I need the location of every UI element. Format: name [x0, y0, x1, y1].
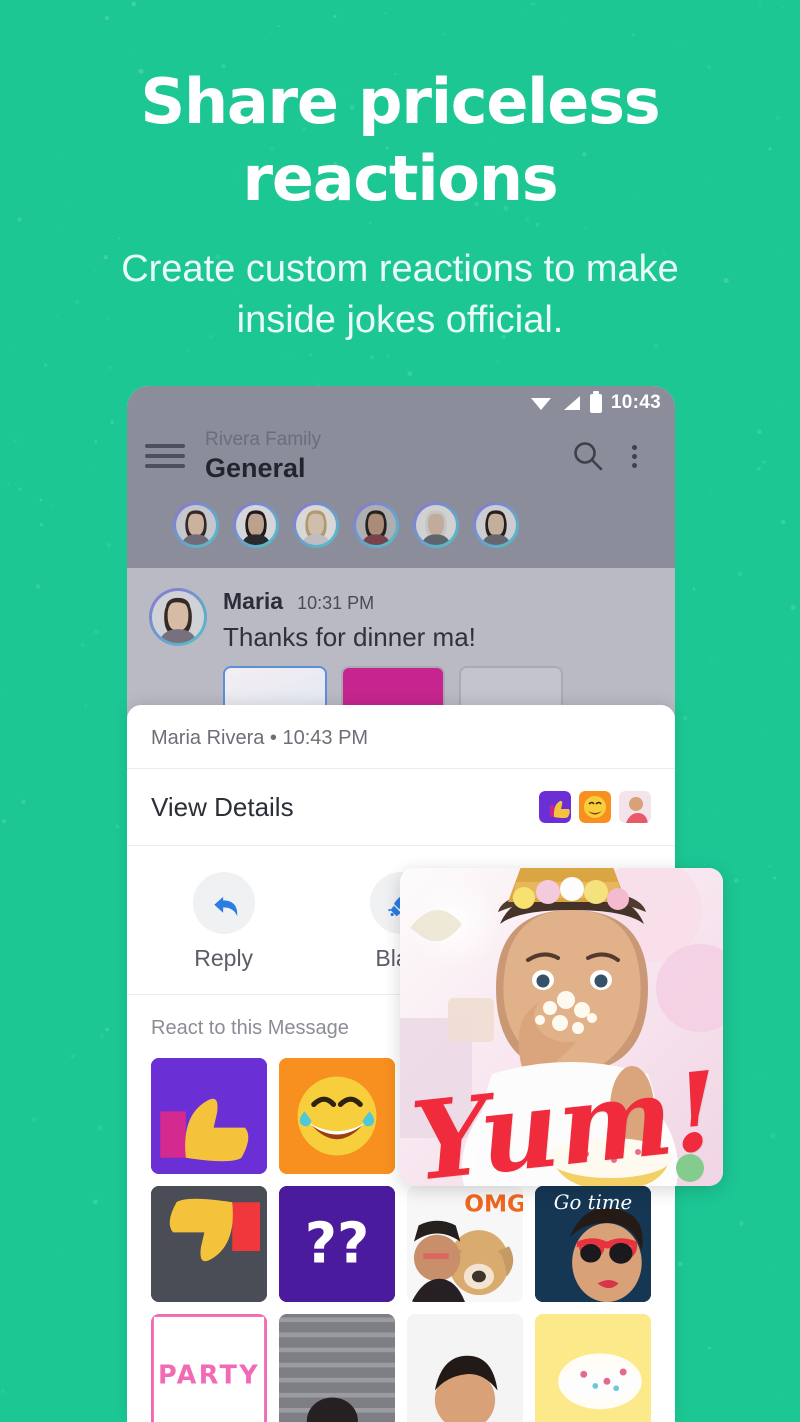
- app-bar-titles: Rivera Family General: [205, 428, 565, 484]
- overflow-menu-button[interactable]: [611, 444, 657, 468]
- view-details-row[interactable]: View Details: [127, 769, 675, 846]
- action-label: Reply: [194, 945, 254, 971]
- room-name: General: [205, 452, 306, 483]
- message-author: Maria: [223, 588, 284, 615]
- avatar[interactable]: [173, 502, 219, 549]
- view-details-label: View Details: [151, 791, 294, 822]
- app-bar: Rivera Family General: [127, 420, 675, 569]
- battery-icon: [589, 390, 602, 413]
- kebab-menu-icon: [631, 444, 637, 468]
- reaction-tile-thumbs-down[interactable]: [151, 1186, 267, 1302]
- hamburger-icon[interactable]: [145, 438, 185, 474]
- message-text: Thanks for dinner ma!: [223, 622, 476, 653]
- laughing-orange: [579, 791, 611, 823]
- chat-message: Maria 10:31 PM Thanks for dinner ma!: [127, 588, 675, 724]
- reaction-tile-person-photo[interactable]: [407, 1314, 523, 1422]
- svg-text:PARTY: PARTY: [158, 1361, 260, 1391]
- avatar[interactable]: [233, 502, 279, 549]
- reaction-tile-striped-photo[interactable]: [279, 1314, 395, 1422]
- yum-caption: Yum!: [406, 1048, 723, 1186]
- search-icon: [574, 442, 603, 471]
- avatar: [149, 588, 207, 647]
- reaction-tile-go-time-photo[interactable]: Go time: [535, 1186, 651, 1302]
- reaction-tile-thumbs-up[interactable]: [151, 1058, 267, 1174]
- avatar[interactable]: [293, 502, 339, 549]
- status-bar: 10:43: [127, 386, 675, 420]
- avatar[interactable]: [353, 502, 399, 549]
- reply-button[interactable]: Reply: [135, 872, 312, 972]
- reaction-tile-yellow-photo[interactable]: [535, 1314, 651, 1422]
- floating-reaction-preview-card[interactable]: Yum!: [400, 868, 723, 1186]
- reaction-tile-omg-dog-photo[interactable]: OMG: [407, 1186, 523, 1302]
- signal-icon: [563, 396, 580, 410]
- svg-text:Go time: Go time: [554, 1191, 632, 1214]
- promo-subtitle: Create custom reactions to make inside j…: [121, 247, 679, 342]
- svg-text:OMG: OMG: [464, 1191, 523, 1218]
- baby-photo: [619, 791, 651, 823]
- status-bar-time: 10:43: [610, 392, 661, 413]
- thumbs-up-purple: [539, 791, 571, 823]
- promo-title: Share priceless reactions: [140, 65, 661, 215]
- team-name: Rivera Family: [205, 429, 322, 450]
- sheet-header: Maria Rivera • 10:43 PM: [127, 705, 675, 769]
- wifi-icon: [530, 398, 551, 410]
- avatar[interactable]: [413, 502, 459, 549]
- message-time: 10:31 PM: [297, 593, 375, 614]
- promo-copy: Share priceless reactions Create custom …: [0, 64, 800, 346]
- promo-screenshot: Share priceless reactions Create custom …: [0, 0, 800, 1422]
- reply-arrow-icon: [192, 872, 255, 934]
- member-avatar-row: [145, 484, 657, 568]
- reaction-tile-party-text[interactable]: PARTY: [151, 1314, 267, 1422]
- svg-text:??: ??: [305, 1212, 370, 1277]
- reaction-tile-laughing-tears[interactable]: [279, 1058, 395, 1174]
- search-button[interactable]: [565, 440, 611, 472]
- reaction-tile-question-marks[interactable]: ??: [279, 1186, 395, 1302]
- avatar[interactable]: [473, 502, 519, 549]
- view-details-thumbnails: [539, 791, 651, 823]
- sheet-header-text: Maria Rivera • 10:43 PM: [151, 727, 369, 749]
